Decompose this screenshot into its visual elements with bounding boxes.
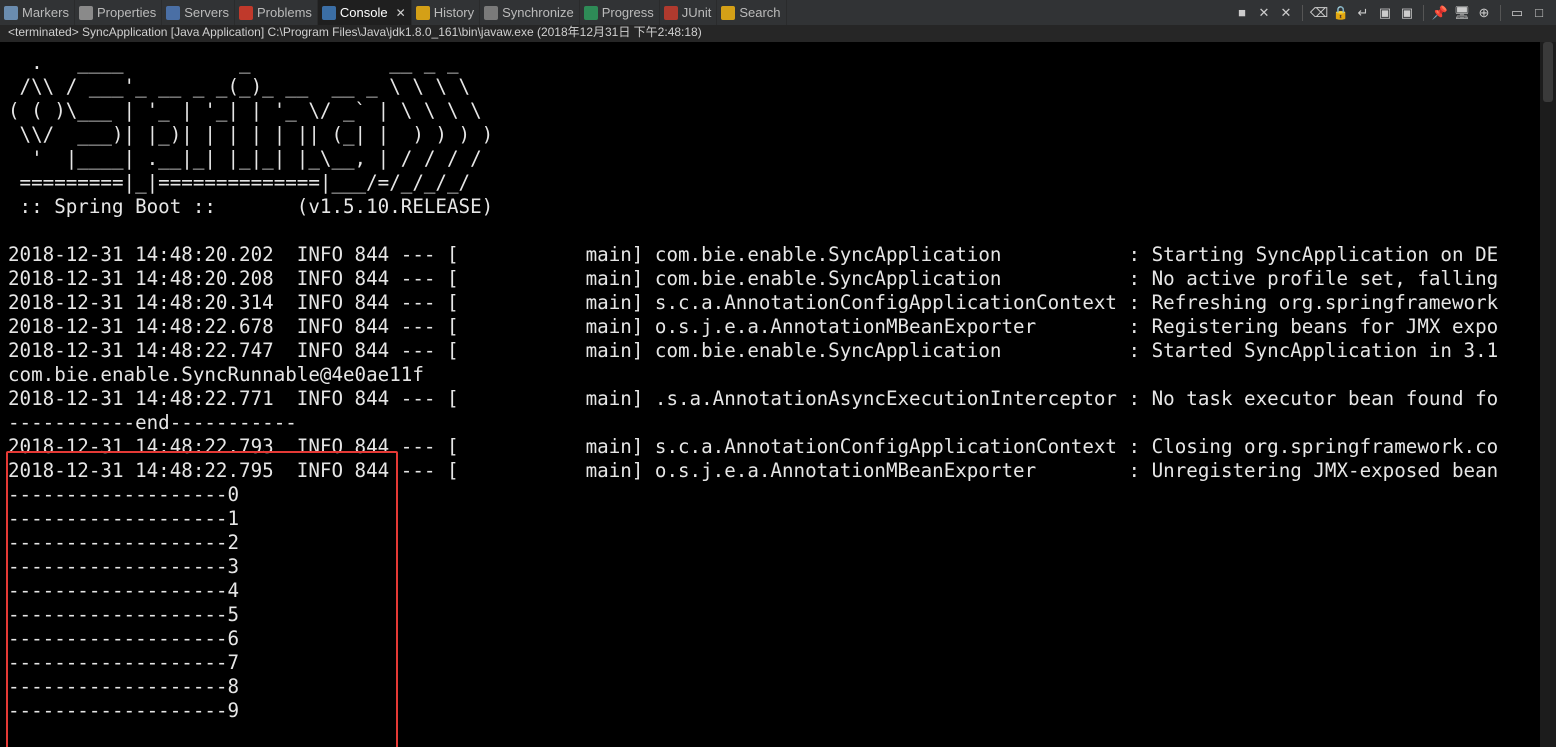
minimize-icon[interactable]: ▭ — [1508, 4, 1526, 22]
tab-label: Synchronize — [502, 5, 574, 20]
console-line: 2018-12-31 14:48:22.771 INFO 844 --- [ m… — [8, 387, 1499, 410]
vertical-scrollbar[interactable] — [1540, 42, 1556, 747]
console-output-area[interactable]: . ____ _ __ _ _ /\\ / ___'_ __ _ _(_)_ _… — [0, 42, 1540, 747]
scroll-lock-icon[interactable]: 🔒 — [1332, 4, 1350, 22]
tab-synchronize[interactable]: Synchronize — [480, 0, 580, 25]
tab-history[interactable]: History — [412, 0, 481, 25]
show-on-stderr-icon[interactable]: ▣ — [1398, 4, 1416, 22]
view-tab-bar: Markers Properties Servers Problems Console ✕… — [0, 0, 1556, 26]
console-icon — [321, 5, 336, 20]
console-line: 2018-12-31 14:48:20.208 INFO 844 --- [ m… — [8, 267, 1499, 290]
remove-launch-icon[interactable]: ✕ — [1255, 4, 1273, 22]
tab-label: History — [433, 5, 475, 20]
junit-icon — [663, 5, 678, 20]
remove-all-terminated-icon[interactable]: ✕ — [1277, 4, 1295, 22]
progress-icon — [583, 5, 598, 20]
scrollbar-thumb[interactable] — [1543, 42, 1553, 102]
console-line: 2018-12-31 14:48:22.747 INFO 844 --- [ m… — [8, 339, 1499, 362]
tab-search[interactable]: Search — [717, 0, 787, 25]
display-console-icon[interactable]: 🖥 — [1453, 4, 1471, 22]
synchronize-icon — [484, 5, 499, 20]
history-icon — [415, 5, 430, 20]
console-line: 2018-12-31 14:48:22.678 INFO 844 --- [ m… — [8, 315, 1499, 338]
console-line: com.bie.enable.SyncRunnable@4e0ae11f — [8, 363, 424, 386]
tab-properties[interactable]: Properties — [75, 0, 163, 25]
console-line: -----------end----------- — [8, 411, 297, 434]
search-icon — [721, 5, 736, 20]
banner-line: :: Spring Boot :: (v1.5.10.RELEASE) — [8, 195, 494, 218]
tab-label: Problems — [257, 5, 312, 20]
tab-markers[interactable]: Markers — [0, 0, 75, 25]
console-view: Markers Properties Servers Problems Console ✕… — [0, 0, 1556, 747]
clear-console-icon[interactable]: ⌫ — [1310, 4, 1328, 22]
process-status-line: <terminated> SyncApplication [Java Appli… — [0, 25, 1556, 41]
pin-console-icon[interactable]: 📌 — [1431, 4, 1449, 22]
tab-console[interactable]: Console ✕ — [317, 0, 412, 25]
tab-label: Markers — [22, 5, 69, 20]
tab-label: Console — [339, 5, 388, 20]
tab-label: Progress — [601, 5, 654, 20]
tab-progress[interactable]: Progress — [580, 0, 660, 25]
show-on-stdout-icon[interactable]: ▣ — [1376, 4, 1394, 22]
properties-icon — [78, 5, 93, 20]
tab-servers[interactable]: Servers — [162, 0, 235, 25]
banner-line: /\\ / ___'_ __ _ _(_)_ __ __ _ \ \ \ \ — [8, 75, 471, 98]
terminate-icon[interactable]: ■ — [1233, 4, 1251, 22]
toolbar-separator — [1500, 4, 1501, 21]
console-toolbar: ■ ✕ ✕ ⌫ 🔒 ↵ ▣ ▣ 📌 🖥 ⊕ ▭ □ — [1233, 0, 1548, 25]
tab-list: Markers Properties Servers Problems Console ✕… — [0, 0, 787, 25]
banner-line: ( ( )\___ | '_ | '_| | '_ \/ _` | \ \ \ … — [8, 99, 482, 122]
word-wrap-icon[interactable]: ↵ — [1354, 4, 1372, 22]
close-icon[interactable]: ✕ — [396, 6, 406, 20]
banner-line: ' |____| .__|_| |_|_| |_\__, | / / / / — [8, 147, 482, 170]
console-line: 2018-12-31 14:48:20.314 INFO 844 --- [ m… — [8, 291, 1499, 314]
banner-line: \\/ ___)| |_)| | | | | || (_| | ) ) ) ) — [8, 123, 494, 146]
console-line: 2018-12-31 14:48:20.202 INFO 844 --- [ m… — [8, 243, 1499, 266]
tab-label: Search — [739, 5, 781, 20]
tab-label: Properties — [96, 5, 157, 20]
servers-icon — [166, 5, 181, 20]
banner-line: =========|_|==============|___/=/_/_/_/ — [8, 171, 471, 194]
tab-junit[interactable]: JUnit — [660, 0, 718, 25]
maximize-icon[interactable]: □ — [1530, 4, 1548, 22]
banner-line: . ____ _ __ _ _ — [8, 51, 459, 74]
tab-label: Servers — [184, 5, 229, 20]
markers-icon — [4, 5, 18, 20]
tab-problems[interactable]: Problems — [235, 0, 318, 25]
tab-label: JUnit — [681, 5, 712, 20]
problems-icon — [239, 5, 253, 20]
red-highlight-annotation — [6, 451, 398, 747]
open-console-icon[interactable]: ⊕ — [1475, 4, 1493, 22]
toolbar-separator — [1423, 4, 1424, 21]
toolbar-separator — [1302, 4, 1303, 21]
